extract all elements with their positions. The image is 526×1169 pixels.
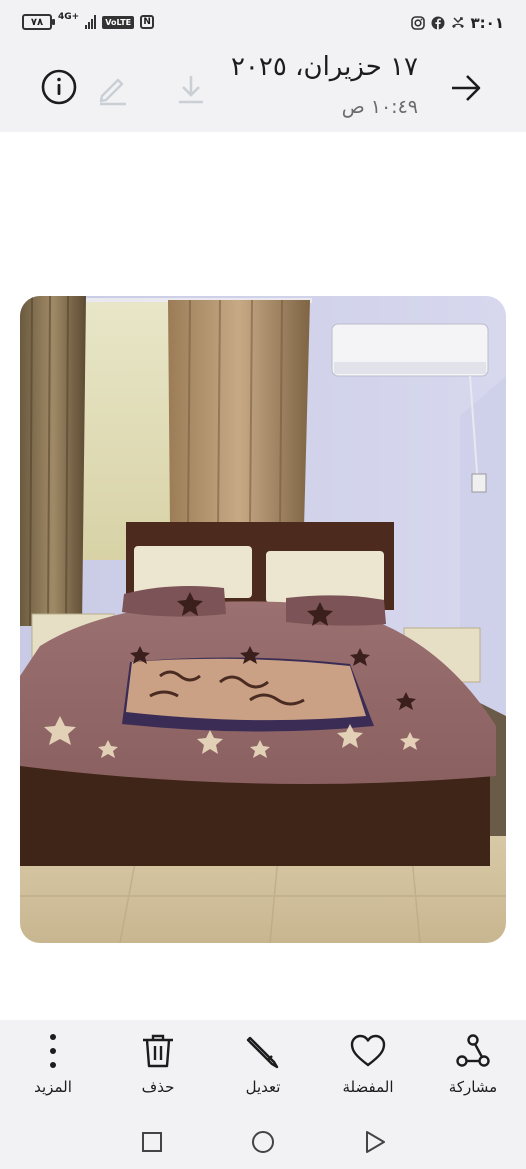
edit-label: تعديل xyxy=(245,1078,281,1096)
home-icon[interactable] xyxy=(251,1130,275,1154)
instagram-icon xyxy=(410,16,425,30)
pencil-icon[interactable] xyxy=(96,72,130,106)
more-vertical-icon xyxy=(50,1034,56,1068)
volte-badge: VoLTE xyxy=(102,15,135,29)
photo-time: ١٠:٤٩ ص xyxy=(341,96,418,118)
status-indicators: ٧٨ 4G+ VoLTE N xyxy=(22,12,155,30)
info-icon[interactable] xyxy=(40,68,78,106)
viewer-header: ١٧ حزيران، ٢٠٢٥ ١٠:٤٩ ص xyxy=(0,48,526,132)
photo-date: ١٧ حزيران، ٢٠٢٥ xyxy=(230,52,418,82)
back-nav-icon[interactable] xyxy=(363,1130,387,1154)
delete-button[interactable]: حذف xyxy=(113,1032,203,1102)
more-label: المزيد xyxy=(34,1078,72,1096)
edit-button[interactable]: تعديل xyxy=(218,1032,308,1102)
bedroom-photo xyxy=(20,296,506,943)
facebook-icon xyxy=(431,16,445,30)
favorite-label: المفضلة xyxy=(342,1078,394,1096)
bottom-action-bar: مشاركة المفضلة تعديل حذف المزيد xyxy=(0,1020,526,1169)
nfc-icon: N xyxy=(140,15,155,29)
system-navigation-bar xyxy=(0,1130,526,1154)
delete-label: حذف xyxy=(141,1078,175,1096)
signal-icon xyxy=(85,15,97,29)
heart-icon xyxy=(350,1034,386,1067)
photo-viewer[interactable] xyxy=(20,296,506,943)
favorite-button[interactable]: المفضلة xyxy=(323,1032,413,1102)
share-button[interactable]: مشاركة xyxy=(428,1032,518,1102)
network-type: 4G+ xyxy=(58,12,80,22)
missed-call-icon xyxy=(451,17,464,28)
share-icon xyxy=(456,1034,490,1067)
more-button[interactable]: المزيد xyxy=(8,1032,98,1102)
status-notifications: ٣:٠١ xyxy=(410,14,504,32)
download-icon[interactable] xyxy=(174,72,208,106)
battery-level: ٧٨ xyxy=(30,16,44,28)
arrow-right-icon[interactable] xyxy=(446,68,486,108)
status-bar: ٧٨ 4G+ VoLTE N ٣:٠١ xyxy=(0,0,526,48)
share-label: مشاركة xyxy=(448,1078,498,1096)
recents-icon[interactable] xyxy=(140,1130,164,1154)
pencil-icon xyxy=(246,1036,279,1069)
clock: ٣:٠١ xyxy=(470,14,504,32)
trash-icon xyxy=(143,1034,173,1068)
battery-icon: ٧٨ xyxy=(22,14,55,30)
